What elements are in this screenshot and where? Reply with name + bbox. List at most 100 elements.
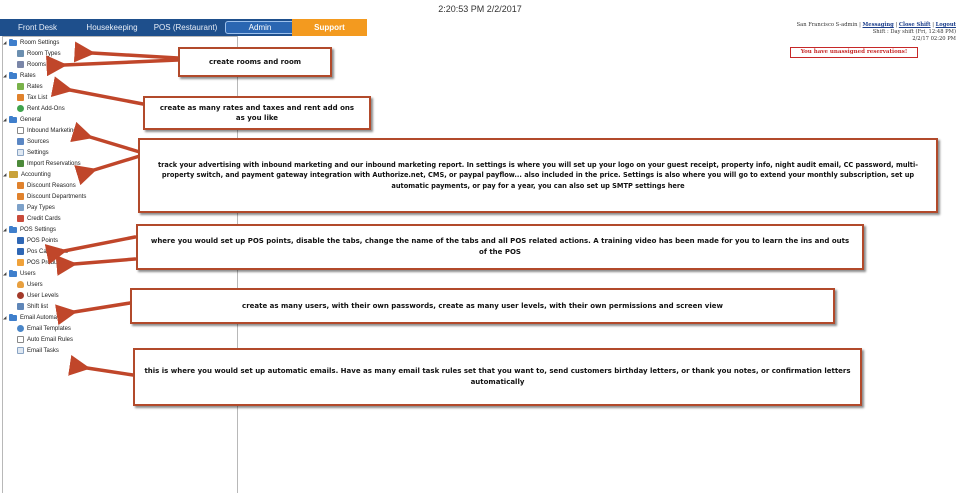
email-tasks-icon (17, 347, 24, 354)
tab-pos-restaurant[interactable]: POS (Restaurant) (149, 19, 222, 36)
expand-icon: ◢ (3, 270, 7, 276)
import-icon (17, 160, 24, 167)
shift-list-icon (17, 303, 24, 310)
sidebar-group-room-settings[interactable]: ◢ Room Settings (3, 37, 59, 48)
room-types-icon (17, 50, 24, 57)
callout-rates: create as many rates and taxes and rent … (143, 96, 371, 130)
user-levels-icon (17, 292, 24, 299)
sidebar-item-label: Rates (27, 83, 43, 90)
expand-icon: ◢ (3, 314, 7, 320)
user-icon (17, 281, 24, 288)
sidebar-group-general[interactable]: ◢ General (3, 114, 41, 125)
sidebar-group-label: Users (20, 270, 36, 277)
sidebar-item-pos-products[interactable]: POS Products (17, 257, 65, 268)
sidebar-item-label: Email Tasks (27, 347, 59, 354)
sidebar-item-label: Rooms (27, 61, 47, 68)
sidebar-item-label: Pay Types (27, 204, 55, 211)
sidebar-item-label: Inbound Marketing (27, 127, 77, 134)
accounting-icon (9, 171, 18, 178)
callout-pos: where you would set up POS points, disab… (136, 224, 864, 270)
sidebar-item-email-tasks[interactable]: Email Tasks (17, 345, 59, 356)
logout-link[interactable]: Logout (936, 22, 956, 28)
folder-icon (9, 269, 17, 277)
close-shift-link[interactable]: Close Shift (899, 22, 931, 28)
pay-types-icon (17, 204, 24, 211)
user-info: San Francisco S-admin | Messaging | Clos… (797, 22, 956, 43)
tab-support[interactable]: Support (292, 19, 367, 36)
sidebar-item-credit-cards[interactable]: Credit Cards (17, 213, 61, 224)
sidebar-item-email-templates[interactable]: Email Templates (17, 323, 71, 334)
sidebar-item-shift-list[interactable]: Shift list (17, 301, 48, 312)
sidebar-item-auto-email-rules[interactable]: Auto Email Rules (17, 334, 73, 345)
sidebar-group-pos-settings[interactable]: ◢ POS Settings (3, 224, 56, 235)
expand-icon: ◢ (3, 72, 7, 78)
sidebar-item-label: Pos Categories (27, 248, 69, 255)
folder-icon (9, 115, 17, 123)
sidebar-item-pos-categories[interactable]: Pos Categories (17, 246, 68, 257)
sidebar-group-label: General (20, 116, 42, 123)
sidebar-item-label: POS Points (27, 237, 59, 244)
sidebar-group-email-automation[interactable]: ◢ Email Automation (3, 312, 67, 323)
sidebar-group-accounting[interactable]: ◢ Accounting (3, 169, 51, 180)
discount-icon (17, 182, 24, 189)
sidebar-group-label: Room Settings (20, 39, 60, 46)
sidebar-item-pos-points[interactable]: POS Points (17, 235, 58, 246)
sidebar-item-rent-addons[interactable]: Rent Add-Ons (17, 103, 65, 114)
shift-info: Shift : Day shift (Fri, 12:48 PM) (872, 29, 956, 35)
sidebar-item-user-levels[interactable]: User Levels (17, 290, 59, 301)
sidebar-item-room-types[interactable]: Room Types (17, 48, 61, 59)
unassigned-reservations-alert[interactable]: You have unassigned reservations! (790, 47, 918, 58)
sidebar-item-label: Settings (27, 149, 49, 156)
callout-email: this is where you would set up automatic… (133, 348, 862, 406)
sidebar-item-label: Auto Email Rules (27, 336, 74, 343)
sidebar-item-settings[interactable]: Settings (17, 147, 49, 158)
tab-housekeeping[interactable]: Housekeeping (75, 19, 149, 36)
tag-icon (17, 259, 24, 266)
sidebar-item-import-reservations[interactable]: Import Reservations (17, 158, 81, 169)
expand-icon: ◢ (3, 116, 7, 122)
sidebar-item-label: Credit Cards (27, 215, 61, 222)
email-templates-icon (17, 325, 24, 332)
add-icon (17, 105, 24, 112)
sidebar-group-users[interactable]: ◢ Users (3, 268, 36, 279)
user-name: San Francisco S-admin (796, 22, 858, 28)
sidebar-item-label: Shift list (27, 303, 49, 310)
sidebar-item-sources[interactable]: Sources (17, 136, 49, 147)
sidebar-item-discount-departments[interactable]: Discount Departments (17, 191, 86, 202)
sidebar-item-rates[interactable]: Rates (17, 81, 43, 92)
tax-icon (17, 94, 24, 101)
sidebar-item-users[interactable]: Users (17, 279, 43, 290)
sidebar-item-label: Discount Departments (27, 193, 87, 200)
separator: | (932, 22, 934, 28)
credit-card-icon (17, 215, 24, 222)
monitor-icon (17, 237, 24, 244)
sidebar-item-label: Sources (27, 138, 50, 145)
sidebar-item-rooms[interactable]: Rooms (17, 59, 46, 70)
sidebar-group-label: Accounting (21, 171, 51, 178)
sidebar-item-label: Users (27, 281, 43, 288)
settings-icon (17, 149, 24, 156)
tab-front-desk[interactable]: Front Desk (0, 19, 75, 36)
sidebar-item-inbound-marketing[interactable]: Inbound Marketing (17, 125, 77, 136)
sidebar-group-rates[interactable]: ◢ Rates (3, 70, 36, 81)
sidebar-item-label: Discount Reasons (27, 182, 76, 189)
main-nav: Front Desk Housekeeping POS (Restaurant)… (0, 19, 367, 36)
sidebar-item-label: Tax List (27, 94, 48, 101)
sidebar-item-discount-reasons[interactable]: Discount Reasons (17, 180, 76, 191)
sidebar-group-label: Email Automation (20, 314, 67, 321)
tab-admin[interactable]: Admin (225, 21, 295, 34)
messaging-link[interactable]: Messaging (863, 22, 894, 28)
folder-icon (9, 313, 17, 321)
expand-icon: ◢ (3, 171, 7, 177)
separator: | (895, 22, 898, 28)
separator: | (859, 22, 861, 28)
inbound-marketing-icon (17, 127, 24, 134)
sidebar-item-label: POS Products (27, 259, 66, 266)
sources-icon (17, 138, 24, 145)
sidebar-item-tax-list[interactable]: Tax List (17, 92, 47, 103)
folder-icon (9, 225, 17, 233)
sidebar-item-pay-types[interactable]: Pay Types (17, 202, 55, 213)
sidebar-group-label: POS Settings (20, 226, 57, 233)
expand-icon: ◢ (3, 39, 7, 45)
monitor-icon (17, 248, 24, 255)
